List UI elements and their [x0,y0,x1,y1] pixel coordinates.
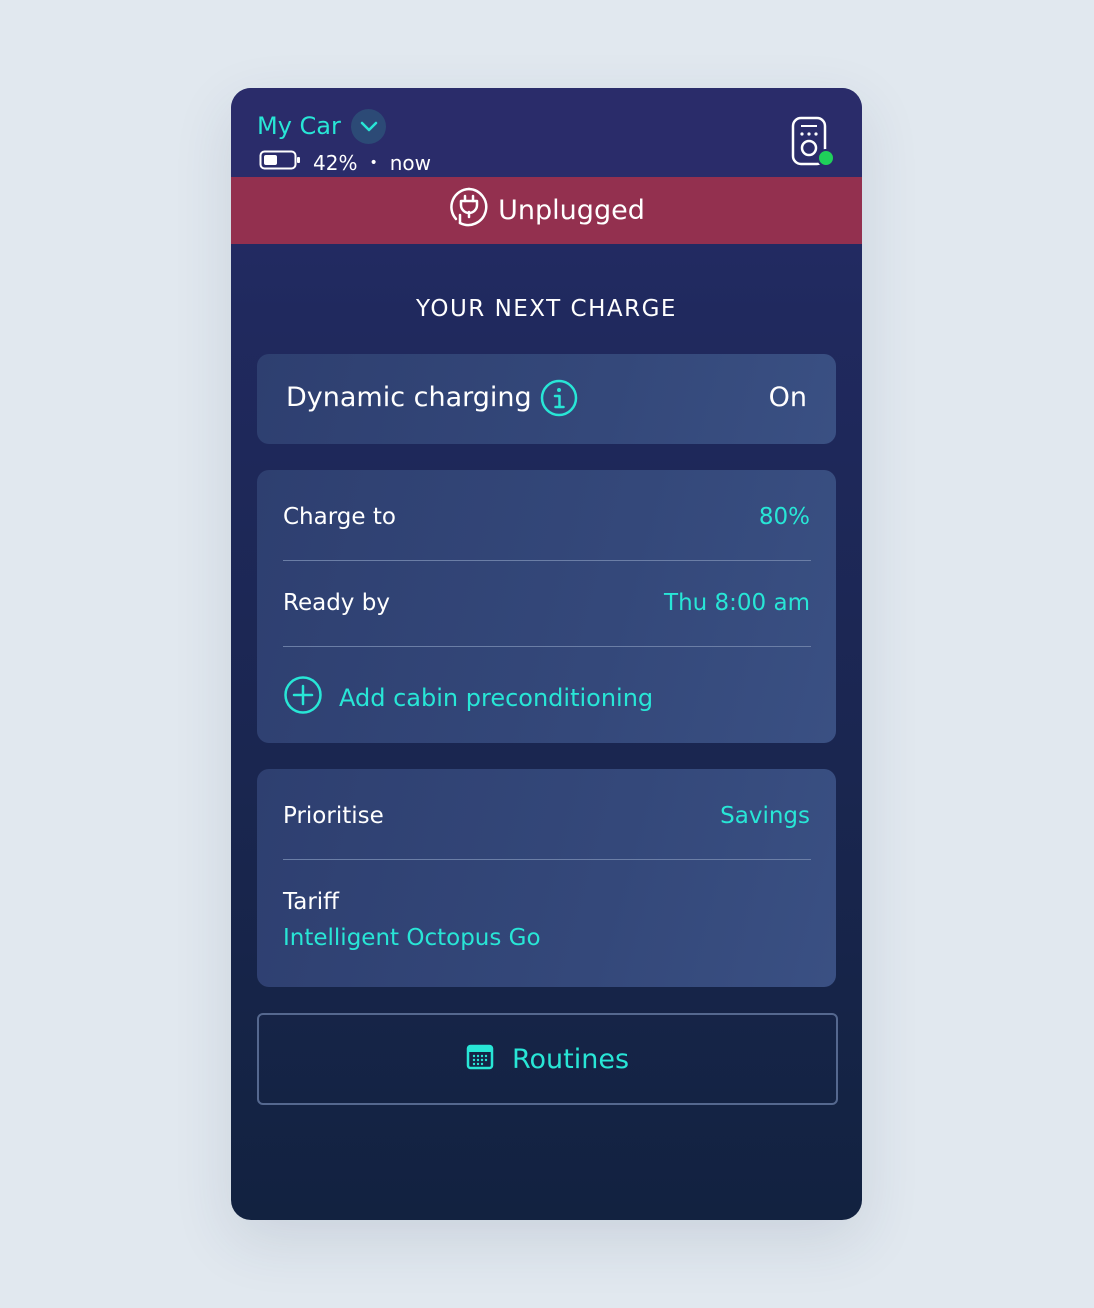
charger-icon[interactable] [790,116,838,168]
separator-dot: • [369,154,378,171]
last-updated: now [389,150,431,175]
routines-button[interactable]: Routines [257,1013,838,1105]
charge-to-label: Charge to [283,504,396,530]
calendar-icon [466,1042,512,1077]
chevron-down-icon[interactable] [351,109,386,144]
tariff-value[interactable]: Intelligent Octopus Go [283,925,541,951]
charge-settings-card: Charge to 80% Ready by Thu 8:00 am Add c… [257,470,836,743]
status-banner: Unplugged [231,177,862,244]
dynamic-charging-value: On [768,382,807,413]
ready-by-value[interactable]: Thu 8:00 am [664,590,810,616]
add-cabin-preconditioning-label: Add cabin preconditioning [339,684,654,712]
section-title: YOUR NEXT CHARGE [416,296,677,322]
app-screen: My Car 42% • now Unplugged YOUR NEXT CHA… [231,88,862,1220]
plus-circle-icon [283,675,339,721]
divider [283,859,811,860]
prioritise-label: Prioritise [283,803,384,829]
divider [283,560,811,561]
ready-by-label: Ready by [283,590,390,616]
charge-to-value[interactable]: 80% [759,504,810,530]
battery-percent: 42% [313,150,358,175]
info-icon[interactable] [540,379,578,417]
routines-label: Routines [511,1043,630,1075]
prioritise-value[interactable]: Savings [720,803,810,829]
car-name[interactable]: My Car [257,112,341,140]
header: My Car 42% • now [231,88,862,177]
add-cabin-preconditioning-button[interactable]: Add cabin preconditioning [283,675,653,721]
dynamic-charging-label: Dynamic charging [286,382,532,413]
dynamic-charging-card[interactable]: Dynamic charging On [257,354,836,444]
divider [283,646,811,647]
priority-card: Prioritise Savings Tariff Intelligent Oc… [257,769,836,987]
tariff-label: Tariff [283,889,340,915]
status-label: Unplugged [498,195,645,226]
battery-status: 42% • now [259,150,431,175]
plug-icon [448,186,498,235]
battery-icon [259,150,301,175]
